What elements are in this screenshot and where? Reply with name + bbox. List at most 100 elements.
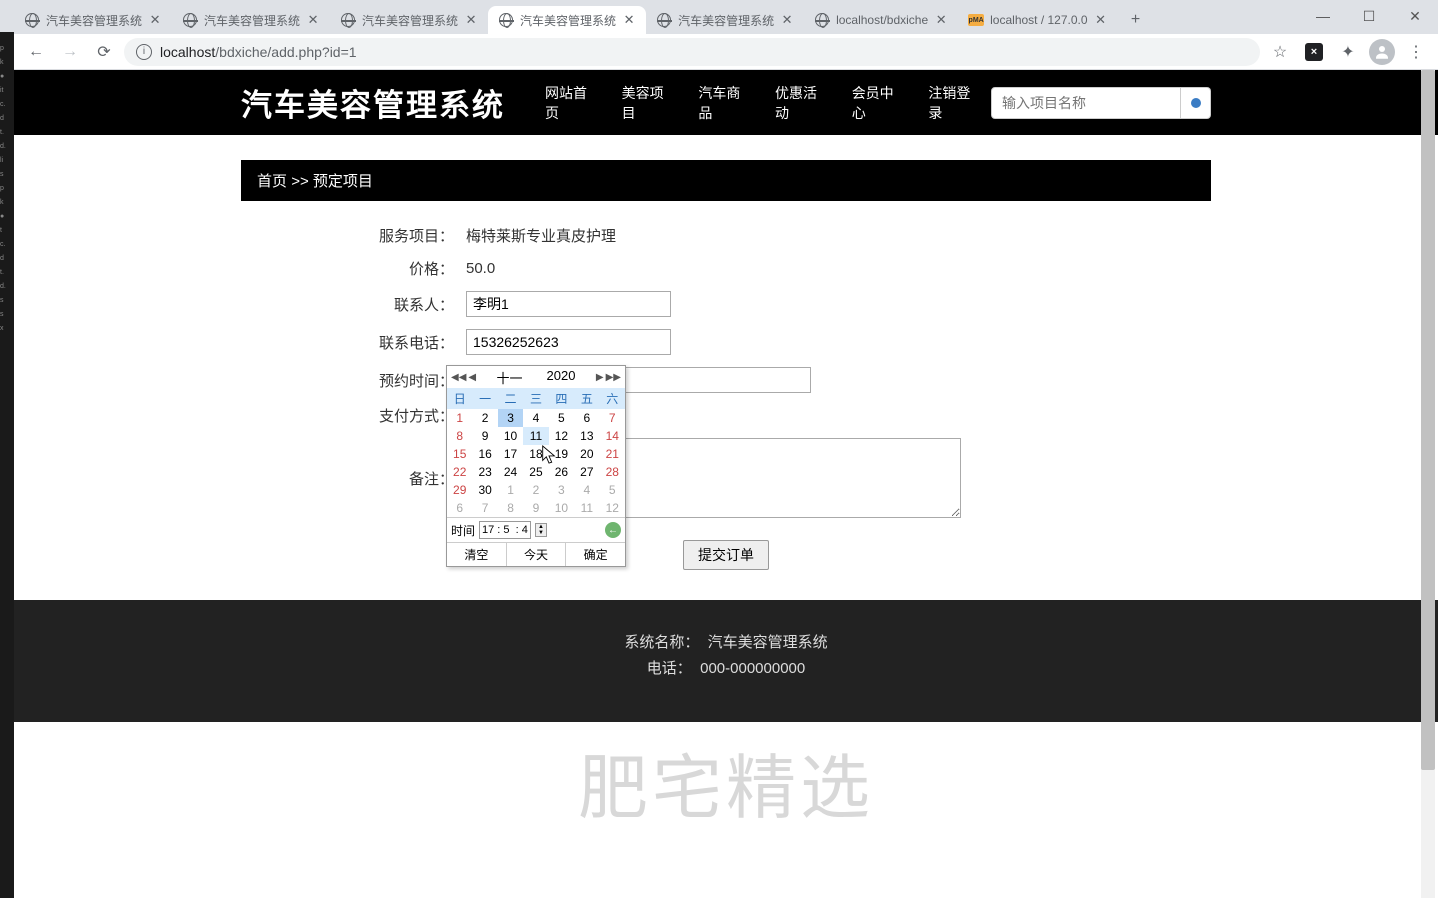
dp-day[interactable]: 6 bbox=[574, 409, 599, 427]
dp-day[interactable]: 21 bbox=[600, 445, 625, 463]
dp-day[interactable]: 5 bbox=[600, 481, 625, 499]
dp-day[interactable]: 23 bbox=[472, 463, 497, 481]
dp-day[interactable]: 19 bbox=[549, 445, 574, 463]
search-input[interactable] bbox=[991, 87, 1181, 119]
footer-tel-label: 电话： bbox=[647, 660, 692, 677]
new-tab-button[interactable]: + bbox=[1122, 6, 1150, 34]
breadcrumb: 首页 >> 预定项目 bbox=[241, 160, 1211, 201]
vertical-scrollbar[interactable] bbox=[1421, 70, 1435, 898]
dp-day[interactable]: 10 bbox=[549, 499, 574, 517]
dp-day[interactable]: 29 bbox=[447, 481, 472, 499]
dp-day[interactable]: 30 bbox=[472, 481, 497, 499]
dp-day[interactable]: 27 bbox=[574, 463, 599, 481]
dp-day[interactable]: 13 bbox=[574, 427, 599, 445]
dp-day[interactable]: 4 bbox=[523, 409, 548, 427]
dp-day[interactable]: 8 bbox=[498, 499, 523, 517]
dp-clear[interactable]: 清空 bbox=[447, 543, 506, 566]
menu-item-5[interactable]: 注销登录 bbox=[918, 75, 991, 131]
tab-close-icon[interactable]: ✕ bbox=[306, 13, 320, 27]
extensions-puzzle-icon[interactable]: ✦ bbox=[1334, 38, 1362, 66]
dp-day[interactable]: 3 bbox=[498, 409, 523, 427]
tab-close-icon[interactable]: ✕ bbox=[148, 13, 162, 27]
tab-close-icon[interactable]: ✕ bbox=[934, 13, 948, 27]
extension-icon[interactable]: × bbox=[1300, 38, 1328, 66]
nav-reload[interactable]: ⟳ bbox=[90, 38, 118, 66]
dp-day[interactable]: 28 bbox=[600, 463, 625, 481]
dp-day[interactable]: 18 bbox=[523, 445, 548, 463]
dp-day[interactable]: 15 bbox=[447, 445, 472, 463]
bc-home[interactable]: 首页 bbox=[257, 173, 287, 190]
tab-close-icon[interactable]: ✕ bbox=[464, 13, 478, 27]
dp-ok[interactable]: 确定 bbox=[565, 543, 625, 566]
browser-tab-6[interactable]: pMAlocalhost / 127.0.0✕ bbox=[958, 6, 1117, 34]
dp-day[interactable]: 1 bbox=[447, 409, 472, 427]
menu-item-1[interactable]: 美容项目 bbox=[612, 75, 685, 131]
menu-item-0[interactable]: 网站首页 bbox=[535, 75, 608, 131]
site-info-icon[interactable]: i bbox=[136, 44, 152, 60]
menu-item-4[interactable]: 会员中心 bbox=[842, 75, 915, 131]
dp-day[interactable]: 10 bbox=[498, 427, 523, 445]
dp-day[interactable]: 12 bbox=[600, 499, 625, 517]
footer-tel: 000-000000000 bbox=[700, 660, 805, 677]
dp-day[interactable]: 16 bbox=[472, 445, 497, 463]
win-maximize[interactable]: ☐ bbox=[1346, 0, 1392, 32]
dp-day[interactable]: 20 bbox=[574, 445, 599, 463]
tab-title: 汽车美容管理系统 bbox=[46, 12, 142, 29]
dp-day[interactable]: 26 bbox=[549, 463, 574, 481]
dp-day[interactable]: 9 bbox=[472, 427, 497, 445]
dp-day[interactable]: 2 bbox=[472, 409, 497, 427]
dp-prev-year[interactable]: ◀◀ bbox=[451, 372, 466, 383]
dp-day[interactable]: 22 bbox=[447, 463, 472, 481]
win-minimize[interactable]: — bbox=[1300, 0, 1346, 32]
dp-day[interactable]: 8 bbox=[447, 427, 472, 445]
input-contact[interactable] bbox=[466, 291, 671, 317]
dp-day[interactable]: 12 bbox=[549, 427, 574, 445]
dp-day[interactable]: 4 bbox=[574, 481, 599, 499]
dp-next-month[interactable]: ▶ bbox=[596, 372, 604, 383]
search-button[interactable] bbox=[1181, 87, 1211, 119]
dp-year[interactable]: 2020 bbox=[547, 368, 576, 387]
dp-time-input[interactable] bbox=[479, 521, 531, 539]
profile-avatar[interactable] bbox=[1368, 38, 1396, 66]
dp-day[interactable]: 17 bbox=[498, 445, 523, 463]
dp-day[interactable]: 9 bbox=[523, 499, 548, 517]
scroll-thumb[interactable] bbox=[1421, 70, 1435, 770]
menu-item-2[interactable]: 汽车商品 bbox=[688, 75, 761, 131]
dp-month[interactable]: 十一 bbox=[497, 368, 523, 387]
dp-day[interactable]: 5 bbox=[549, 409, 574, 427]
tab-close-icon[interactable]: ✕ bbox=[1094, 13, 1108, 27]
bookmark-star-icon[interactable]: ☆ bbox=[1266, 38, 1294, 66]
menu-item-3[interactable]: 优惠活动 bbox=[765, 75, 838, 131]
dp-today[interactable]: 今天 bbox=[506, 543, 566, 566]
dp-quick-ok-icon[interactable]: ← bbox=[605, 522, 621, 538]
browser-tab-5[interactable]: localhost/bdxiche✕ bbox=[804, 6, 958, 34]
browser-tab-0[interactable]: 汽车美容管理系统 ✕ bbox=[14, 6, 172, 34]
tab-close-icon[interactable]: ✕ bbox=[622, 13, 636, 27]
dp-day[interactable]: 11 bbox=[574, 499, 599, 517]
browser-tab-1[interactable]: 汽车美容管理系统✕ bbox=[172, 6, 330, 34]
dp-prev-month[interactable]: ◀ bbox=[468, 372, 476, 383]
submit-button[interactable]: 提交订单 bbox=[683, 540, 769, 570]
dp-time-spinner[interactable]: ▲▼ bbox=[535, 523, 547, 537]
input-phone[interactable] bbox=[466, 329, 671, 355]
browser-menu-icon[interactable]: ⋮ bbox=[1402, 38, 1430, 66]
dp-day[interactable]: 25 bbox=[523, 463, 548, 481]
dp-day[interactable]: 6 bbox=[447, 499, 472, 517]
nav-back[interactable]: ← bbox=[22, 38, 50, 66]
dp-day[interactable]: 14 bbox=[600, 427, 625, 445]
dp-day[interactable]: 2 bbox=[523, 481, 548, 499]
dp-day[interactable]: 24 bbox=[498, 463, 523, 481]
dp-day[interactable]: 3 bbox=[549, 481, 574, 499]
win-close[interactable]: ✕ bbox=[1392, 0, 1438, 32]
tab-close-icon[interactable]: ✕ bbox=[780, 13, 794, 27]
dp-day[interactable]: 11 bbox=[523, 427, 548, 445]
dp-day[interactable]: 1 bbox=[498, 481, 523, 499]
dp-next-year[interactable]: ▶▶ bbox=[606, 372, 621, 383]
nav-forward[interactable]: → bbox=[56, 38, 84, 66]
browser-tab-3[interactable]: 汽车美容管理系统✕ bbox=[488, 6, 646, 34]
browser-tab-4[interactable]: 汽车美容管理系统✕ bbox=[646, 6, 804, 34]
dp-day[interactable]: 7 bbox=[600, 409, 625, 427]
url-field[interactable]: i localhost/bdxiche/add.php?id=1 bbox=[124, 38, 1260, 66]
browser-tab-2[interactable]: 汽车美容管理系统✕ bbox=[330, 6, 488, 34]
dp-day[interactable]: 7 bbox=[472, 499, 497, 517]
